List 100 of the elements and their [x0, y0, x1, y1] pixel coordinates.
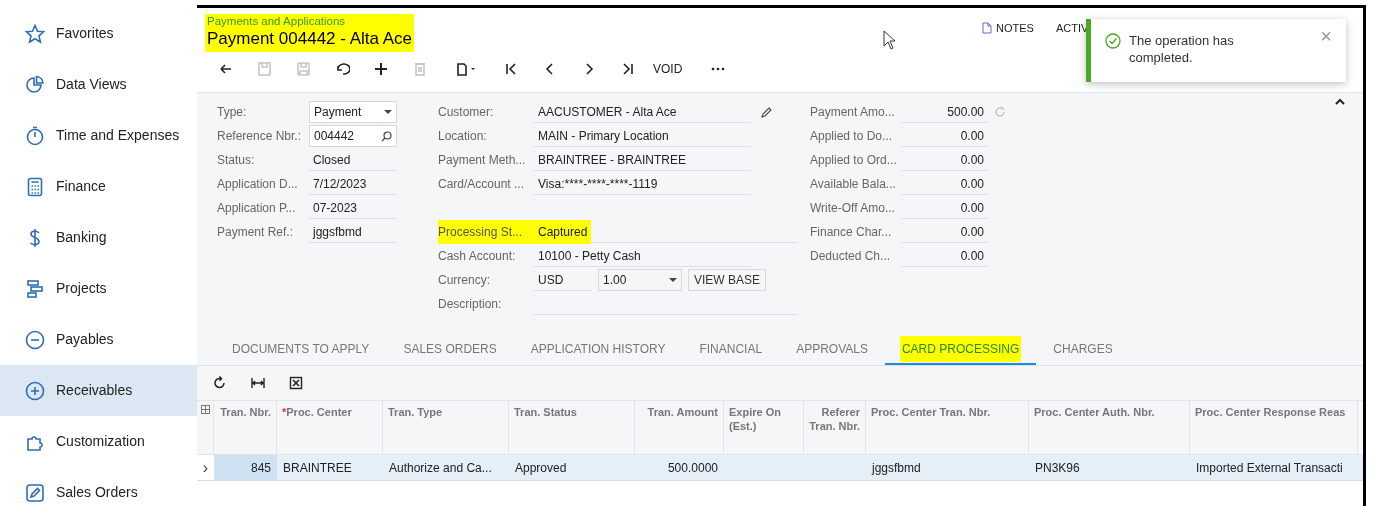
column-header[interactable]: Proc. Center Auth. Nbr.: [1029, 401, 1190, 454]
column-settings-icon[interactable]: [200, 405, 210, 414]
field-label: Location:: [438, 128, 488, 145]
field-value: AACUSTOMER - Alta Ace: [534, 101, 751, 123]
sidebar-item[interactable]: Customization: [0, 416, 197, 467]
field-label: Available Bala...: [810, 176, 897, 193]
field-value: 10100 - Petty Cash: [534, 245, 751, 267]
save-close-icon: [255, 61, 272, 77]
field-label: Description:: [438, 296, 503, 313]
refresh-icon[interactable]: [213, 376, 227, 390]
field-label: Write-Off Amo...: [810, 200, 896, 217]
table-cell-text: 500.0000: [666, 459, 719, 477]
fit-width-icon[interactable]: [251, 376, 265, 390]
field-value: MAIN - Primary Location: [534, 125, 751, 147]
field-label: Cash Account:: [438, 248, 517, 265]
mouse-pointer-icon: [883, 30, 897, 50]
dropdown-caret-icon: [669, 277, 677, 283]
field-label: Payment Amo...: [810, 104, 896, 121]
field-value: 0.00: [902, 221, 988, 243]
tab[interactable]: CHARGES: [1036, 335, 1130, 365]
field-value: 0.00: [902, 197, 988, 219]
search-field[interactable]: 004442: [309, 125, 397, 147]
column-header[interactable]: Proc. Center Tran. Nbr.: [866, 401, 1029, 454]
sidebar-item[interactable]: Payables: [0, 314, 197, 365]
table-row[interactable]: › 845 BRAINTREE Authorize and Ca... Approved 500.0000 jggsfbmd PN3K96 Imported External Transacti: [197, 455, 1363, 481]
excel-export-icon[interactable]: [289, 376, 303, 390]
tab[interactable]: APPLICATION HISTORY: [513, 335, 683, 365]
sidebar-item[interactable]: Sales Orders: [0, 467, 197, 506]
edit-icon: [25, 482, 45, 503]
void-button[interactable]: VOID: [647, 56, 689, 82]
page-title: Payment 004442 - Alta Ace: [207, 28, 413, 50]
sidebar-item[interactable]: Favorites: [0, 8, 197, 59]
projects-icon: [25, 278, 45, 299]
table-cell-text: Authorize and Ca...: [388, 459, 493, 477]
tab[interactable]: SALES ORDERS: [386, 335, 514, 365]
breadcrumb[interactable]: Payments and Applications: [207, 14, 413, 28]
field-label: Deducted Ch...: [810, 248, 892, 265]
field-label: Reference Nbr.:: [217, 128, 303, 145]
save-icon: [294, 61, 311, 77]
field-value: jggsfbmd: [309, 221, 397, 243]
sidebar-item[interactable]: Projects: [0, 263, 197, 314]
field-label: Type:: [217, 104, 248, 121]
column-header[interactable]: Referer Tran. Nbr.: [804, 401, 866, 454]
field-label: Finance Char...: [810, 224, 893, 241]
clipboard-icon: [454, 61, 476, 77]
search-icon: [381, 130, 392, 142]
field-label: Application D...: [217, 176, 299, 193]
refresh-icon: [994, 106, 1006, 118]
dropdown-field[interactable]: Payment: [309, 101, 397, 123]
field-label: Processing St...: [438, 224, 524, 241]
field-value: 0.00: [902, 125, 988, 147]
collapse-icon[interactable]: [1335, 98, 1345, 105]
field-value: 0.00: [902, 173, 988, 195]
column-header[interactable]: Tran. Amount: [635, 401, 724, 454]
field-label: Applied to Ord...: [810, 152, 898, 169]
tab[interactable]: FINANCIAL: [682, 335, 780, 365]
notification-message: The operation has completed.: [1129, 32, 1235, 67]
table-cell-text: PN3K96: [1034, 459, 1081, 477]
field-value: 7/12/2023: [309, 173, 397, 195]
view-base-button[interactable]: VIEW BASE: [688, 269, 767, 291]
column-header[interactable]: Tran. Type: [383, 401, 509, 454]
field-label: Customer:: [438, 104, 495, 121]
minus-circle-icon: [25, 329, 45, 350]
pencil-icon: [761, 106, 773, 118]
field-value: 07-2023: [309, 197, 397, 219]
sidebar-item[interactable]: Data Views: [0, 59, 197, 110]
field-value: 500.00: [902, 101, 988, 123]
field-value: Closed: [309, 149, 397, 171]
plus-circle-icon: [25, 380, 45, 401]
table-cell: 845: [214, 455, 277, 480]
field-label: Payment Ref.:: [217, 224, 295, 241]
column-header[interactable]: Expire On (Est.): [724, 401, 804, 454]
column-header[interactable]: Proc. Center Response Reas: [1190, 401, 1358, 454]
field-value: BRAINTREE - BRAINTREE: [534, 149, 751, 171]
field-value: Visa:****-****-****-1119: [534, 173, 751, 195]
field-label: Card/Account ...: [438, 176, 526, 193]
plus-icon: [372, 61, 389, 77]
sidebar-item[interactable]: Time and Expenses: [0, 110, 197, 161]
currency-field[interactable]: USD: [534, 269, 592, 291]
star-icon: [25, 23, 45, 44]
field-value: 0.00: [902, 149, 988, 171]
column-header[interactable]: Tran. Nbr.: [214, 401, 277, 454]
document-icon: [982, 22, 992, 35]
sidebar-item[interactable]: Banking: [0, 212, 197, 263]
column-header[interactable]: *Proc. Center: [277, 401, 383, 454]
field-label: Payment Meth...: [438, 152, 527, 169]
sidebar-item[interactable]: Finance: [0, 161, 197, 212]
field-label: Currency:: [438, 272, 491, 289]
rate-dropdown[interactable]: 1.00: [598, 269, 682, 291]
sidebar-item[interactable]: Receivables: [0, 365, 197, 416]
check-circle-icon: [1105, 33, 1121, 49]
field-label: Status:: [217, 152, 256, 169]
column-header[interactable]: Tran. Status: [509, 401, 635, 454]
tab[interactable]: APPROVALS: [779, 335, 885, 365]
tab[interactable]: DOCUMENTS TO APPLY: [215, 335, 387, 365]
field-value: Captured: [537, 224, 588, 241]
table-cell-text: Imported External Transacti: [1195, 459, 1344, 477]
expand-toggle[interactable]: ›: [197, 455, 214, 480]
notes-button[interactable]: NOTES: [982, 20, 1034, 37]
pie-chart-icon: [25, 74, 45, 95]
